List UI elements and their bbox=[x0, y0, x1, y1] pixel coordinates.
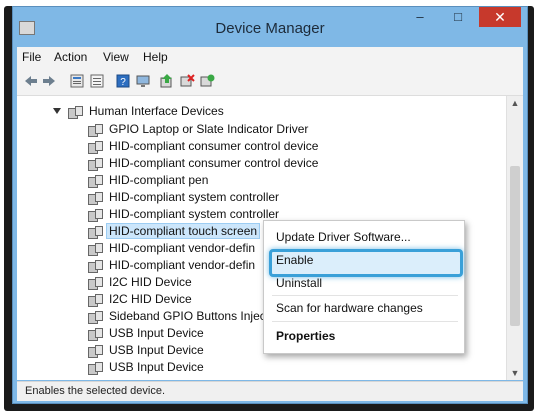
menu-item-properties[interactable]: Properties bbox=[276, 329, 335, 343]
show-hidden-icon[interactable] bbox=[89, 73, 105, 89]
tree-item-touch-screen[interactable]: HID-compliant touch screen bbox=[87, 223, 261, 241]
scroll-thumb[interactable] bbox=[510, 166, 520, 326]
vertical-scrollbar[interactable]: ▲ ▼ bbox=[506, 96, 523, 380]
menu-item-scan-hardware[interactable]: Scan for hardware changes bbox=[276, 301, 423, 315]
scroll-down-icon[interactable]: ▼ bbox=[510, 368, 520, 378]
tree-item-consumer-control-2[interactable]: HID-compliant consumer control device bbox=[87, 156, 318, 173]
minimize-button[interactable]: – bbox=[405, 7, 435, 27]
help-icon[interactable]: ? bbox=[115, 73, 131, 89]
tree-item-sideband-gpio[interactable]: Sideband GPIO Buttons Injec bbox=[87, 309, 266, 326]
menu-view[interactable]: View bbox=[103, 50, 129, 64]
tree-item-vendor-defined-1[interactable]: HID-compliant vendor-defin bbox=[87, 241, 255, 258]
hid-device-icon bbox=[87, 344, 103, 358]
hid-device-icon bbox=[87, 174, 103, 188]
hid-device-icon bbox=[87, 242, 103, 256]
tree-item-label: HID-compliant system controller bbox=[109, 190, 280, 204]
tree-category-human-interface-devices[interactable]: Human Interface Devices bbox=[53, 104, 224, 121]
hid-device-icon bbox=[87, 259, 103, 273]
hid-device-icon bbox=[87, 276, 103, 290]
hid-device-icon bbox=[87, 157, 103, 171]
status-bar: Enables the selected device. bbox=[17, 381, 523, 401]
disabled-device-icon bbox=[87, 225, 103, 239]
properties-icon[interactable] bbox=[69, 73, 85, 89]
menu-item-update-driver[interactable]: Update Driver Software... bbox=[276, 230, 411, 244]
tree-item-label: I2C HID Device bbox=[109, 292, 192, 306]
hid-device-icon bbox=[87, 191, 103, 205]
toolbar: ? bbox=[17, 67, 523, 96]
status-text: Enables the selected device. bbox=[25, 385, 166, 397]
tree-item-label: HID-compliant system controller bbox=[109, 207, 280, 221]
hid-device-icon bbox=[87, 140, 103, 154]
hid-device-icon bbox=[87, 293, 103, 307]
tree-item-gpio-indicator[interactable]: GPIO Laptop or Slate Indicator Driver bbox=[87, 122, 308, 139]
close-button[interactable]: ✕ bbox=[479, 7, 521, 27]
hid-device-icon bbox=[87, 361, 103, 375]
tree-item-label: USB Input Device bbox=[109, 360, 204, 374]
tree-item-i2c-hid-1[interactable]: I2C HID Device bbox=[87, 275, 192, 292]
tree-category-label: Human Interface Devices bbox=[89, 104, 224, 118]
hid-device-icon bbox=[87, 208, 103, 222]
tree-item-label: HID-compliant pen bbox=[109, 173, 209, 187]
tree-item-system-controller-1[interactable]: HID-compliant system controller bbox=[87, 190, 279, 207]
tree-item-usb-input-2[interactable]: USB Input Device bbox=[87, 343, 204, 360]
context-menu: Update Driver Software... Enable Uninsta… bbox=[263, 220, 465, 354]
scan-hardware-icon[interactable] bbox=[199, 73, 215, 89]
tree-item-label-selected: HID-compliant touch screen bbox=[106, 223, 261, 239]
update-driver-icon[interactable] bbox=[159, 73, 175, 89]
menu-separator bbox=[272, 295, 458, 296]
tree-item-label: HID-compliant consumer control device bbox=[109, 139, 319, 153]
hid-category-icon bbox=[67, 105, 83, 119]
expand-arrow-icon[interactable] bbox=[53, 108, 61, 114]
uninstall-icon[interactable] bbox=[179, 73, 195, 89]
title-bar[interactable]: Device Manager – □ ✕ bbox=[13, 7, 527, 45]
tree-item-label: HID-compliant consumer control device bbox=[109, 156, 319, 170]
menu-item-uninstall[interactable]: Uninstall bbox=[276, 276, 322, 290]
tree-item-pen[interactable]: HID-compliant pen bbox=[87, 173, 208, 190]
tree-item-consumer-control-1[interactable]: HID-compliant consumer control device bbox=[87, 139, 318, 156]
hid-device-icon bbox=[87, 123, 103, 137]
tree-item-label: Sideband GPIO Buttons Injec bbox=[109, 309, 266, 323]
tree-item-label: GPIO Laptop or Slate Indicator Driver bbox=[109, 122, 309, 136]
hid-device-icon bbox=[87, 327, 103, 341]
tree-item-usb-input-3[interactable]: USB Input Device bbox=[87, 360, 204, 377]
tree-item-label: HID-compliant vendor-defin bbox=[109, 258, 256, 272]
tree-item-label: I2C HID Device bbox=[109, 275, 192, 289]
tree-item-usb-input-1[interactable]: USB Input Device bbox=[87, 326, 204, 343]
tree-item-label: USB Input Device bbox=[109, 326, 204, 340]
maximize-button[interactable]: □ bbox=[443, 7, 473, 27]
tree-item-vendor-defined-2[interactable]: HID-compliant vendor-defin bbox=[87, 258, 255, 275]
menu-item-enable[interactable]: Enable bbox=[276, 253, 313, 267]
tree-item-label: HID-compliant vendor-defin bbox=[109, 241, 256, 255]
back-icon[interactable] bbox=[23, 73, 39, 89]
scroll-up-icon[interactable]: ▲ bbox=[510, 98, 520, 108]
tree-item-system-controller-2[interactable]: HID-compliant system controller bbox=[87, 207, 279, 224]
tree-item-i2c-hid-2[interactable]: I2C HID Device bbox=[87, 292, 192, 309]
forward-icon[interactable] bbox=[41, 73, 57, 89]
menu-file[interactable]: File bbox=[22, 50, 41, 64]
menu-help[interactable]: Help bbox=[143, 50, 168, 64]
menu-action[interactable]: Action bbox=[54, 50, 87, 64]
svg-text:?: ? bbox=[120, 77, 126, 88]
computer-icon[interactable] bbox=[135, 73, 151, 89]
hid-device-icon bbox=[87, 310, 103, 324]
menu-separator bbox=[272, 321, 458, 322]
menu-bar: File Action View Help bbox=[17, 47, 523, 67]
tree-item-label: USB Input Device bbox=[109, 343, 204, 357]
